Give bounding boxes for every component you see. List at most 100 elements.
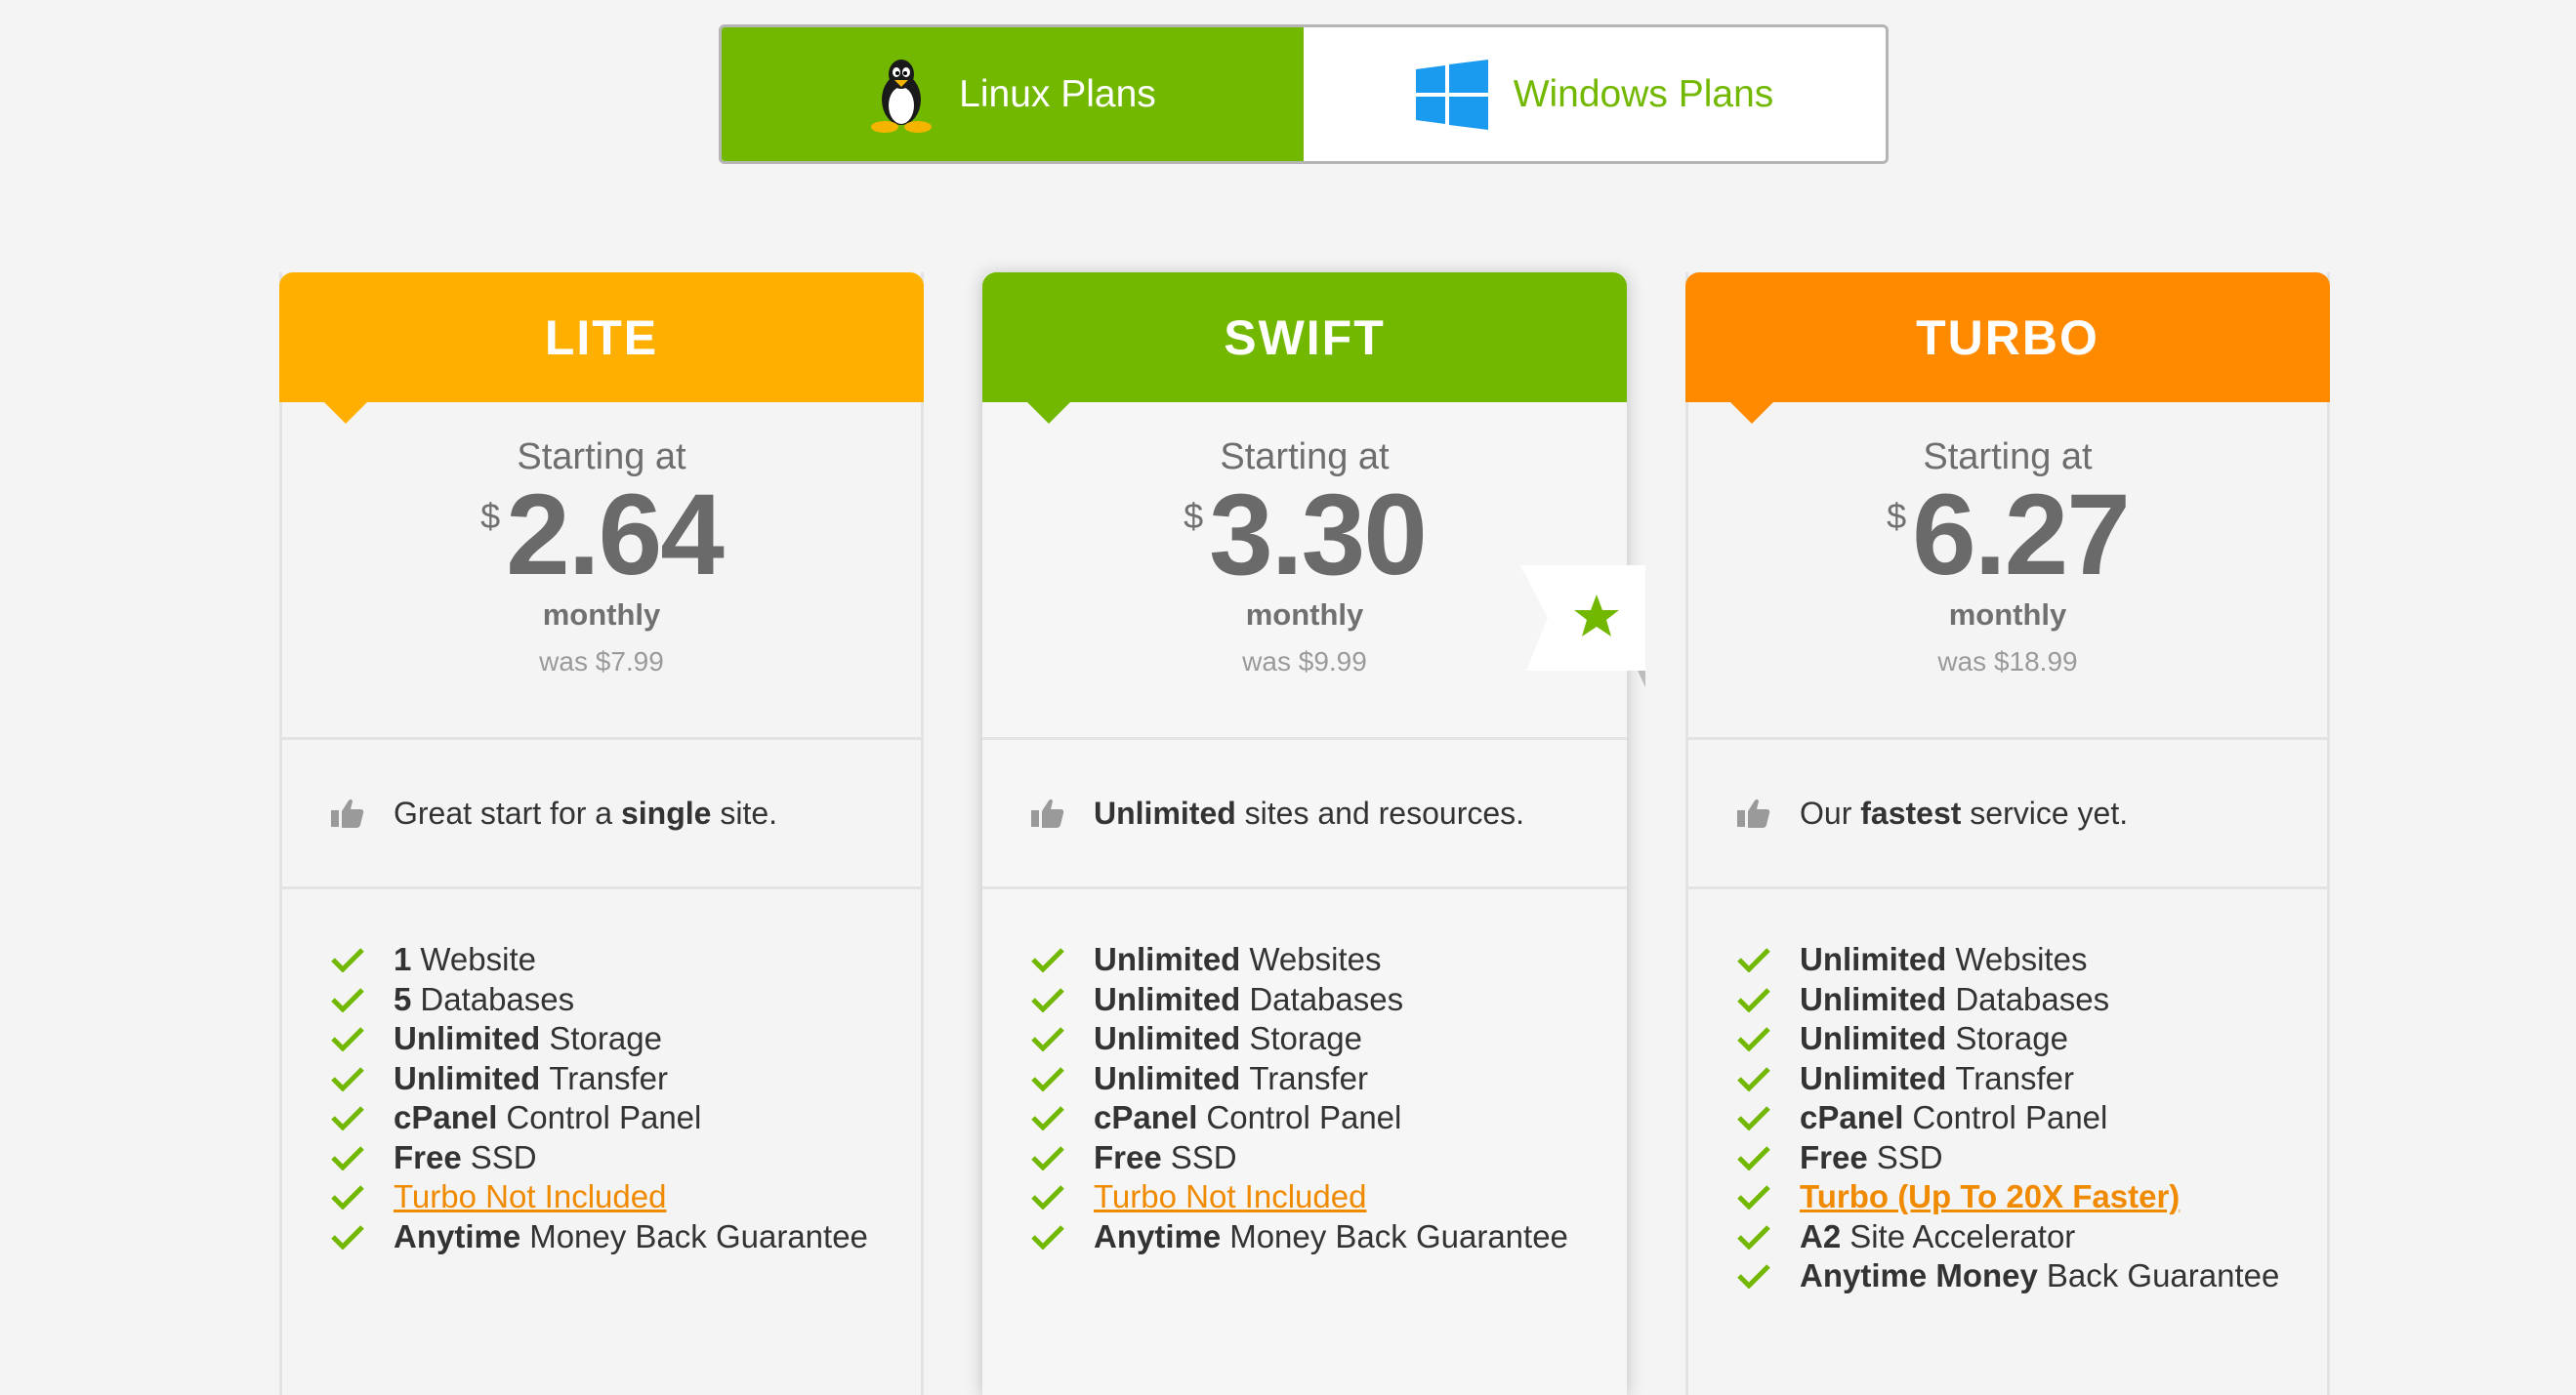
plan-name: TURBO <box>1685 272 2330 424</box>
feature-bold: Unlimited <box>394 1020 541 1057</box>
starting-label: Starting at <box>1220 436 1390 477</box>
windows-logo-icon <box>1415 59 1488 130</box>
checkmark-icon <box>1737 1184 1770 1210</box>
checkmark-icon <box>1737 1263 1770 1290</box>
checkmark-icon <box>331 1145 364 1170</box>
thumbs-up-icon <box>1031 798 1064 829</box>
feature-text: Websites <box>1955 941 2088 978</box>
feature-bold: 1 <box>394 941 412 978</box>
tagline-bold: fastest <box>1860 795 1962 831</box>
currency-symbol: $ <box>1887 496 1907 536</box>
feature-bold: Unlimited <box>1094 1020 1241 1057</box>
feature-link[interactable]: Turbo (Up To 20X Faster) <box>1800 1178 2180 1215</box>
feature-item: Unlimited Transfer <box>1031 1059 1627 1099</box>
starting-label: Starting at <box>1923 436 2093 477</box>
plan-name: SWIFT <box>982 272 1627 424</box>
thumbs-up-icon <box>1737 798 1770 829</box>
feature-bold: Unlimited <box>1094 1059 1241 1096</box>
checkmark-icon <box>331 987 364 1012</box>
feature-bold: Anytime <box>1094 1217 1222 1254</box>
plan-card-turbo: TURBO Starting at $ 6.27 monthly was $18… <box>1685 272 2330 1395</box>
feature-text: Website <box>420 941 536 978</box>
feature-bold: Free <box>1094 1138 1162 1175</box>
checkmark-icon <box>1737 1224 1770 1250</box>
feature-text: Money Back Guarantee <box>1229 1217 1568 1254</box>
checkmark-icon <box>1031 1145 1064 1170</box>
checkmark-icon <box>1737 1105 1770 1131</box>
plan-tagline: Our fastest service yet. <box>1688 740 2327 889</box>
checkmark-icon <box>1031 1224 1064 1250</box>
checkmark-icon <box>1031 1105 1064 1131</box>
tab-windows-plans[interactable]: Windows Plans <box>1304 27 1886 161</box>
checkmark-icon <box>1031 987 1064 1012</box>
feature-bold: Free <box>394 1138 462 1175</box>
tagline-bold: Unlimited <box>1094 795 1236 831</box>
feature-item: Free SSD <box>331 1138 921 1178</box>
feature-link[interactable]: Turbo Not Included <box>394 1178 666 1215</box>
feature-bold: Unlimited <box>1094 941 1241 978</box>
price-amount: 3.30 <box>1209 471 1428 599</box>
checkmark-icon <box>1031 1066 1064 1091</box>
feature-text: Control Panel <box>1206 1099 1402 1136</box>
original-price: was $18.99 <box>1937 646 2078 677</box>
feature-item: Unlimited Websites <box>1031 940 1627 980</box>
currency-symbol: $ <box>1184 496 1204 536</box>
original-price: was $7.99 <box>539 646 664 677</box>
checkmark-icon <box>1031 1184 1064 1210</box>
feature-item: A2 Site Accelerator <box>1737 1217 2327 1257</box>
feature-link[interactable]: Turbo Not Included <box>1094 1178 1366 1215</box>
feature-item: Anytime Money Back Guarantee <box>1737 1256 2327 1296</box>
feature-bold: A2 <box>1800 1217 1842 1254</box>
checkmark-icon <box>1737 987 1770 1012</box>
feature-bold: cPanel <box>394 1099 498 1136</box>
feature-item: 5 Databases <box>331 980 921 1020</box>
billing-period: monthly <box>542 597 661 632</box>
recommended-ribbon <box>1520 565 1645 687</box>
checkmark-icon <box>331 1066 364 1091</box>
checkmark-icon <box>331 947 364 973</box>
feature-text: Control Panel <box>1912 1099 2108 1136</box>
feature-bold: Free <box>1800 1138 1868 1175</box>
feature-bold: cPanel <box>1094 1099 1198 1136</box>
feature-list: Unlimited Websites Unlimited Databases Unlim… <box>982 889 1627 1256</box>
feature-bold: Anytime <box>394 1217 521 1254</box>
feature-text: SSD <box>470 1138 537 1175</box>
feature-item: Unlimited Storage <box>331 1019 921 1059</box>
price-area: Starting at $ 2.64 monthly was $7.99 <box>282 402 921 740</box>
feature-text: Storage <box>1249 1020 1362 1057</box>
feature-item: Free SSD <box>1737 1138 2327 1178</box>
feature-bold: Unlimited <box>1800 941 1947 978</box>
feature-text: Transfer <box>1249 1059 1368 1096</box>
feature-text: Storage <box>549 1020 662 1057</box>
feature-text: Storage <box>1955 1020 2068 1057</box>
feature-bold: 5 <box>394 980 412 1017</box>
feature-item: Unlimited Databases <box>1031 980 1627 1020</box>
price-line: $ 2.64 <box>282 471 921 599</box>
tagline-pre: Our <box>1800 795 1852 831</box>
feature-item: Unlimited Storage <box>1737 1019 2327 1059</box>
plan-name: LITE <box>279 272 924 424</box>
feature-text: SSD <box>1876 1138 1943 1175</box>
feature-text: Transfer <box>1955 1059 2074 1096</box>
feature-item: cPanel Control Panel <box>1737 1098 2327 1138</box>
tab-linux-plans[interactable]: Linux Plans <box>722 27 1304 161</box>
checkmark-icon <box>331 1105 364 1131</box>
checkmark-icon <box>1737 1066 1770 1091</box>
feature-item: Unlimited Databases <box>1737 980 2327 1020</box>
feature-item: Unlimited Storage <box>1031 1019 1627 1059</box>
checkmark-icon <box>1031 947 1064 973</box>
feature-text: Websites <box>1249 941 1382 978</box>
os-plan-toggle: Linux Plans Windows Plans <box>719 24 1889 164</box>
feature-item: Turbo Not Included <box>331 1177 921 1217</box>
checkmark-icon <box>331 1026 364 1052</box>
price-amount: 2.64 <box>506 471 725 599</box>
checkmark-icon <box>331 1184 364 1210</box>
plan-tagline: Great start for a single site. <box>282 740 921 889</box>
feature-bold: Unlimited <box>1800 1059 1947 1096</box>
feature-item: Anytime Money Back Guarantee <box>331 1217 921 1257</box>
tagline-text: Unlimited sites and resources. <box>1094 796 1524 832</box>
feature-item: 1 Website <box>331 940 921 980</box>
feature-text: Site Accelerator <box>1849 1217 2076 1254</box>
feature-list: Unlimited Websites Unlimited Databases Unlim… <box>1688 889 2327 1296</box>
tagline-text: Our fastest service yet. <box>1800 796 2128 832</box>
